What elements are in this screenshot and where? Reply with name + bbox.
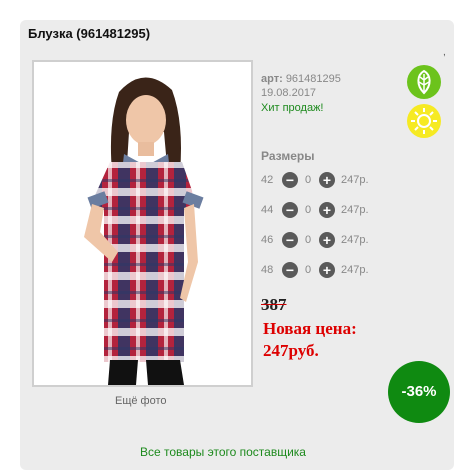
size-label: 44: [261, 204, 274, 216]
minus-icon[interactable]: −: [282, 232, 298, 248]
plus-icon[interactable]: +: [319, 202, 335, 218]
size-price: 247р.: [341, 174, 369, 186]
article-value: 961481295: [285, 73, 341, 85]
minus-icon[interactable]: −: [282, 262, 298, 278]
discount-badge: -36%: [388, 361, 450, 423]
plus-icon[interactable]: +: [319, 262, 335, 278]
product-image: [34, 62, 251, 385]
size-label: 48: [261, 264, 274, 276]
minus-icon[interactable]: −: [282, 202, 298, 218]
more-photos-link[interactable]: Ещё фото: [115, 395, 167, 407]
plus-icon[interactable]: +: [319, 232, 335, 248]
size-price: 247р.: [341, 264, 369, 276]
article-label: арт:: [261, 73, 283, 85]
sun-icon: [407, 104, 441, 138]
quantity-value: 0: [305, 174, 312, 186]
new-price-value: 247руб.: [263, 341, 319, 360]
product-title: Блузка (961481295): [28, 26, 151, 41]
size-price: 247р.: [341, 234, 369, 246]
size-label: 46: [261, 234, 274, 246]
product-photo[interactable]: [32, 60, 253, 387]
quantity-value: 0: [305, 234, 312, 246]
quantity-value: 0: [305, 204, 312, 216]
size-label: 42: [261, 174, 274, 186]
all-supplier-goods-link[interactable]: Все товары этого поставщика: [140, 445, 306, 459]
minus-icon[interactable]: −: [282, 172, 298, 188]
plus-icon[interactable]: +: [319, 172, 335, 188]
new-price-label: Новая цена:: [263, 319, 357, 338]
old-price: 387: [261, 295, 287, 314]
quantity-value: 0: [305, 264, 312, 276]
bestseller-label: Хит продаж!: [261, 102, 324, 114]
article-number: арт: 961481295: [261, 72, 341, 87]
sizes-title: Размеры: [261, 149, 315, 163]
corner-mark: ,: [443, 47, 446, 58]
size-price: 247р.: [341, 204, 369, 216]
product-card: Блузка (961481295) , Ещё фото арт: 96148…: [20, 20, 454, 470]
product-date: 19.08.2017: [261, 87, 317, 99]
leaf-icon: [407, 65, 441, 99]
